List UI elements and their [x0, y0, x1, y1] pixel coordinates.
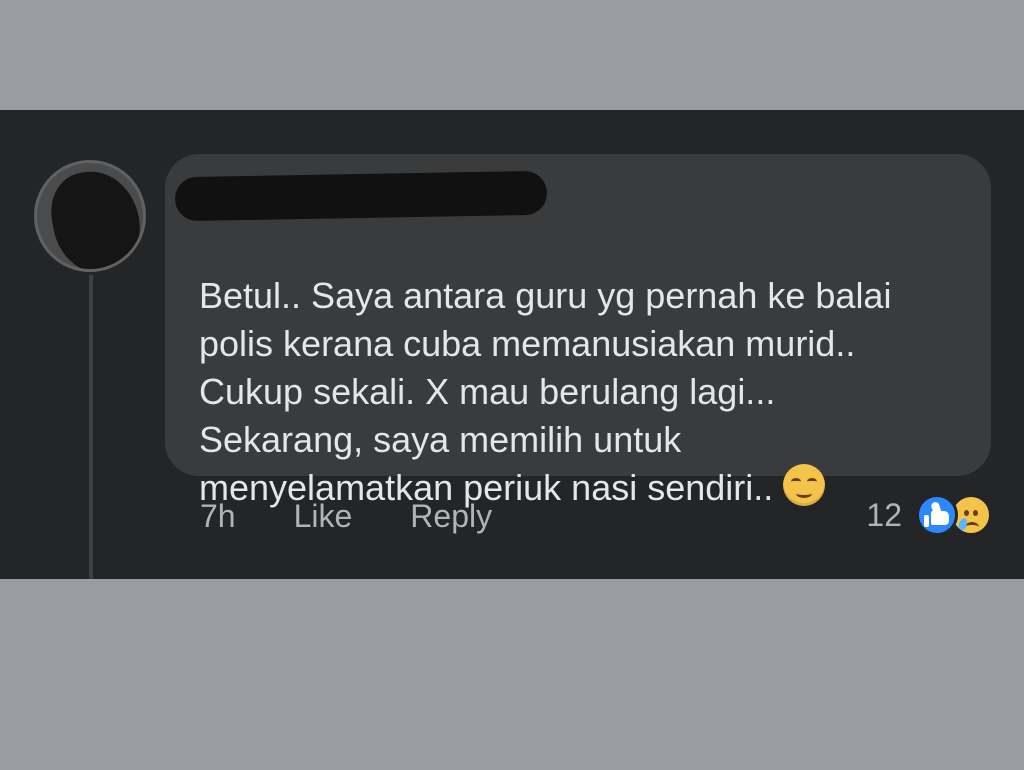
comment-action-row: 7h Like Reply — [200, 496, 550, 536]
thumbs-up-icon — [924, 511, 949, 527]
commenter-avatar[interactable] — [34, 160, 146, 272]
reaction-count: 12 — [866, 497, 902, 533]
comment-bubble: Betul.. Saya antara guru yg pernah ke ba… — [165, 154, 991, 508]
sad-face-left-eye — [964, 510, 969, 516]
comment-body: Betul.. Saya antara guru yg pernah ke ba… — [199, 224, 959, 512]
relieved-face-icon — [783, 464, 826, 506]
author-name-redaction — [174, 170, 548, 222]
comment-screenshot: Betul.. Saya antara guru yg pernah ke ba… — [0, 110, 1024, 579]
avatar-redaction — [44, 164, 143, 269]
relieved-face-mouth — [796, 489, 813, 498]
reaction-summary[interactable]: 12 — [866, 494, 992, 536]
reply-button[interactable]: Reply — [410, 496, 492, 536]
like-reaction-icon — [916, 494, 958, 536]
comment-thread-line — [89, 275, 93, 579]
sad-face-right-eye — [973, 510, 978, 516]
reaction-icons — [916, 494, 992, 536]
comment-timestamp[interactable]: 7h — [200, 496, 236, 536]
like-button[interactable]: Like — [294, 496, 353, 536]
